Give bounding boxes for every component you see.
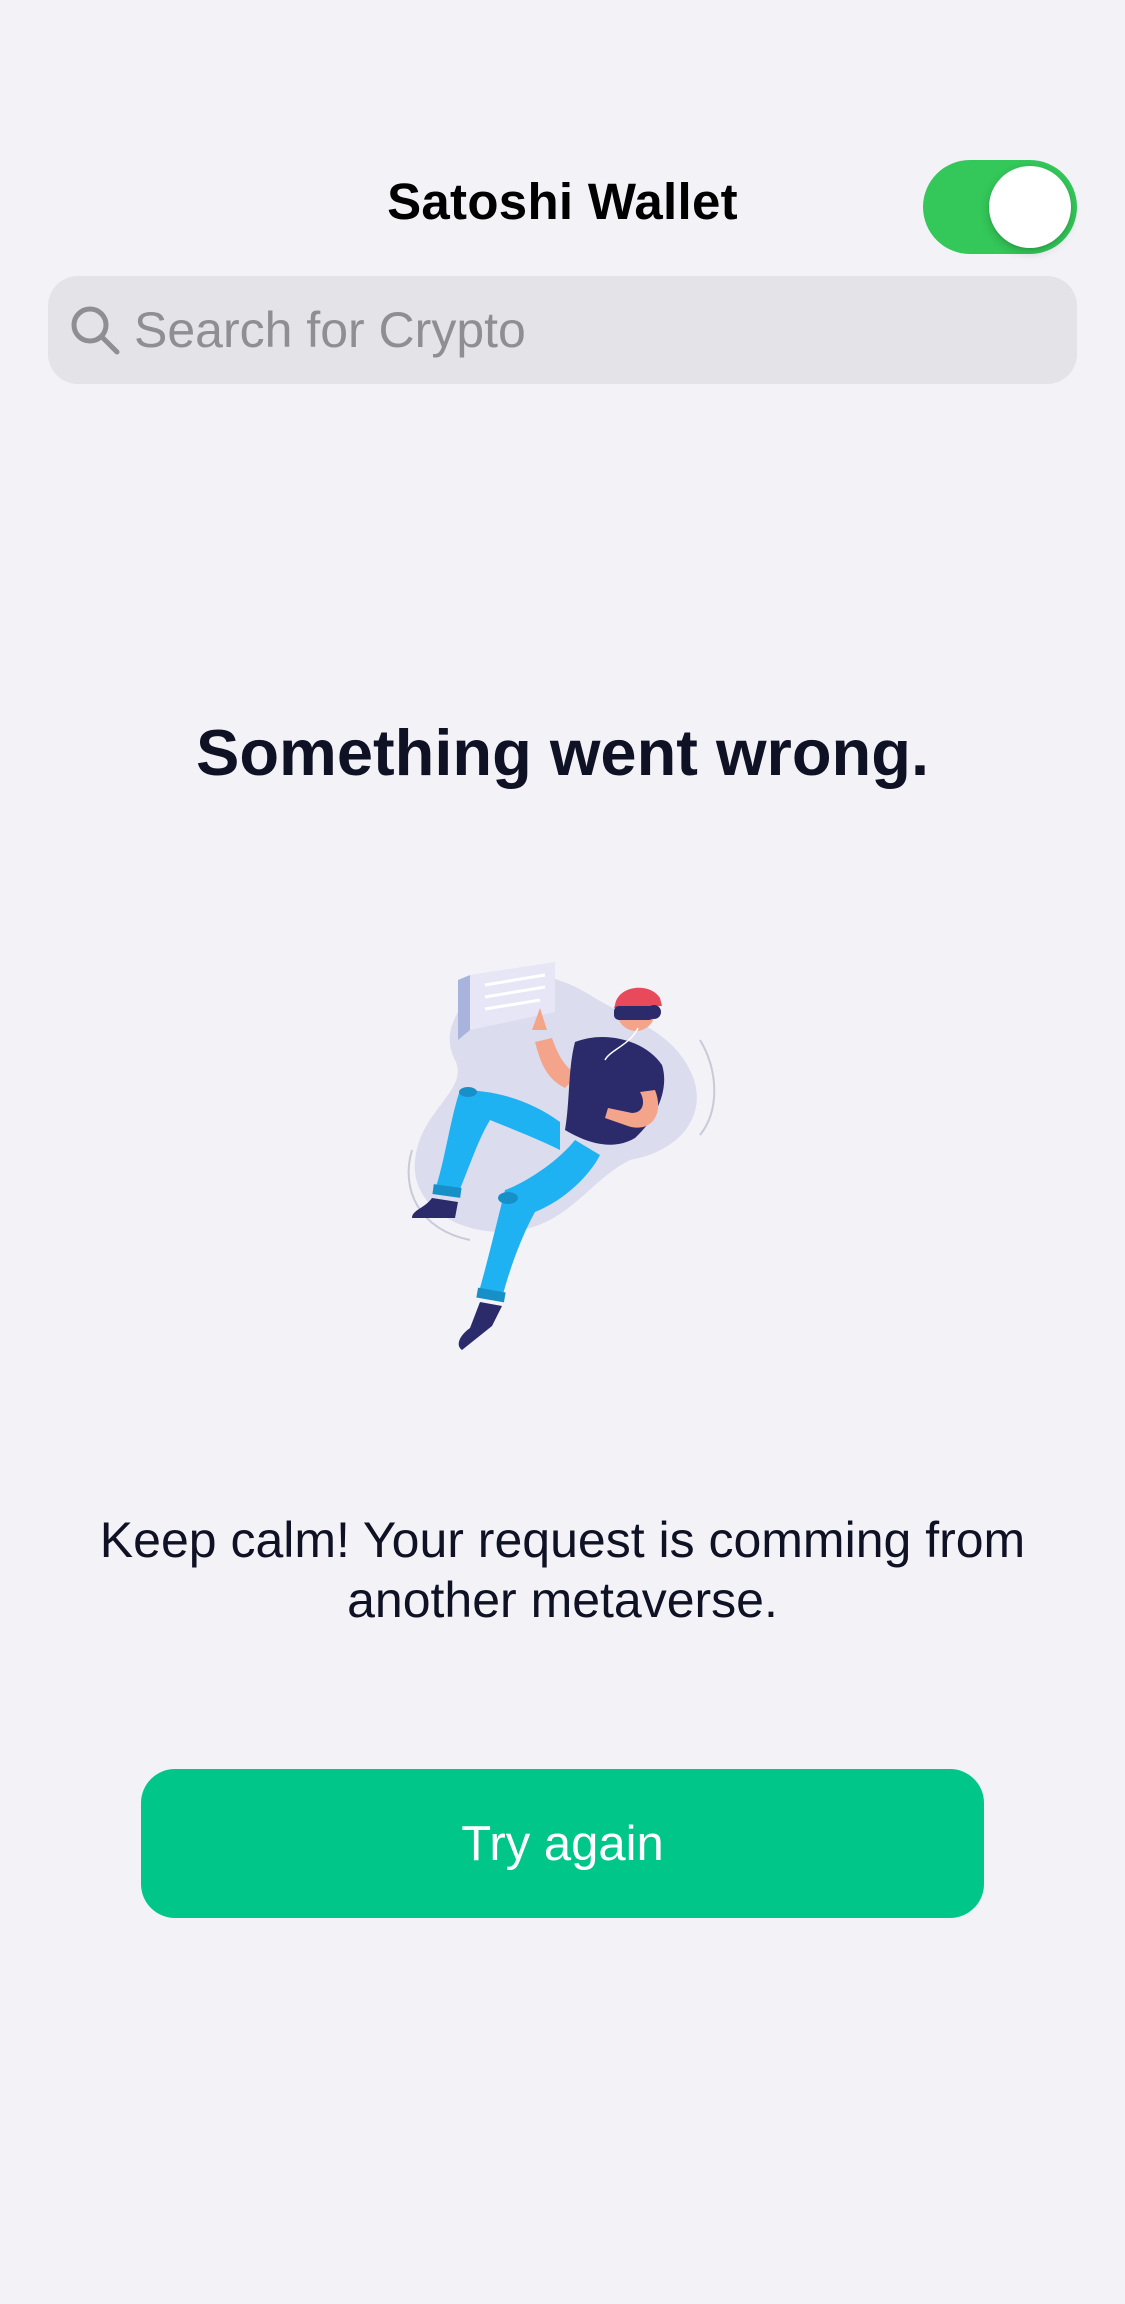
theme-toggle[interactable]: [923, 160, 1077, 254]
search-input[interactable]: [134, 276, 1054, 384]
search-icon: [71, 306, 120, 355]
error-title: Something went wrong.: [195, 716, 930, 789]
try-again-button[interactable]: Try again: [141, 1769, 984, 1918]
toggle-knob: [989, 166, 1071, 248]
vr-person-illustration: [407, 962, 716, 1350]
error-message: Keep calm! Your request is comming from …: [99, 1512, 1026, 1628]
search-bar[interactable]: [48, 276, 1077, 384]
